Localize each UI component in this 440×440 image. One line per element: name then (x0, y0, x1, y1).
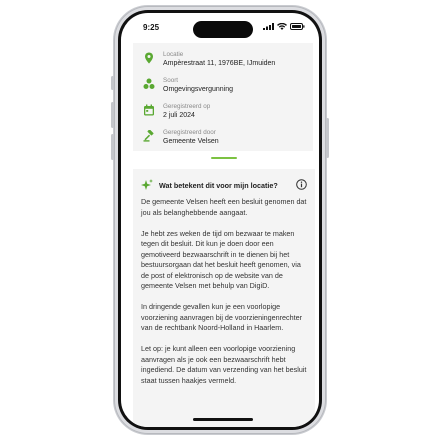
registered-on-label: Geregistreerd op (163, 103, 211, 110)
gavel-icon (143, 130, 154, 142)
power-button (326, 118, 329, 158)
explanation-paragraph: Je hebt zes weken de tijd om bezwaar te … (141, 228, 301, 291)
location-pin-icon (145, 52, 153, 64)
registered-by-label: Geregistreerd door (163, 129, 216, 136)
home-indicator[interactable] (193, 418, 253, 421)
explanation-body: De gemeente Velsen heeft een besluit gen… (141, 197, 309, 397)
location-label: Locatie (163, 51, 184, 58)
wifi-icon (277, 23, 287, 30)
sparkle-icon (141, 179, 153, 190)
battery-icon (290, 23, 305, 30)
calendar-icon (144, 104, 154, 116)
explanation-card: Wat betekent dit voor mijn locatie? De g… (133, 169, 315, 427)
dynamic-island (193, 21, 253, 38)
status-icons (263, 23, 305, 30)
screen: 9:25 Locatie Ampèrestraat 11, 1976BE, IJ… (121, 13, 319, 427)
registered-on-value: 2 juli 2024 (163, 112, 195, 119)
status-time: 9:25 (143, 23, 160, 32)
explanation-paragraph: In dringende gevallen kun je een voorlop… (141, 302, 303, 332)
mute-switch (111, 76, 114, 90)
info-row-location: Locatie Ampèrestraat 11, 1976BE, IJmuide… (143, 51, 275, 68)
explanation-paragraph: De gemeente Velsen heeft een besluit gen… (141, 197, 307, 217)
bezel: 9:25 Locatie Ampèrestraat 11, 1976BE, IJ… (118, 10, 322, 430)
category-icon (143, 78, 155, 89)
explanation-paragraph: Let op: je kunt alleen een voorlopige vo… (141, 344, 307, 385)
page-indicator (211, 157, 237, 159)
info-row-type: Soort Omgevingsvergunning (143, 77, 233, 94)
volume-up-button (111, 102, 114, 128)
explanation-title: Wat betekent dit voor mijn locatie? (159, 181, 278, 190)
info-row-registered-by: Geregistreerd door Gemeente Velsen (143, 129, 219, 146)
phone-frame: 9:25 Locatie Ampèrestraat 11, 1976BE, IJ… (111, 6, 329, 434)
info-icon[interactable] (296, 179, 307, 190)
signal-icon (263, 23, 274, 30)
type-label: Soort (163, 77, 179, 84)
registered-by-value: Gemeente Velsen (163, 138, 219, 145)
status-bar: 9:25 (121, 13, 319, 39)
type-value: Omgevingsvergunning (163, 86, 234, 93)
info-row-registered-on: Geregistreerd op 2 juli 2024 (143, 103, 210, 120)
decision-info-card: Locatie Ampèrestraat 11, 1976BE, IJmuide… (133, 43, 313, 151)
explanation-header: Wat betekent dit voor mijn locatie? (141, 179, 307, 191)
location-value: Ampèrestraat 11, 1976BE, IJmuiden (163, 60, 276, 67)
volume-down-button (111, 134, 114, 160)
